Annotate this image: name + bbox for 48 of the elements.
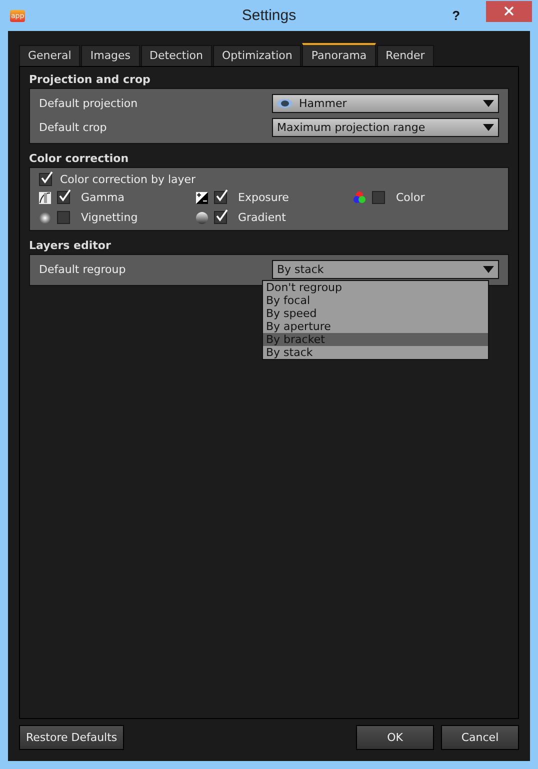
dropdown-caret-icon [483,266,494,273]
globe-icon [277,99,293,108]
dropdown[interactable]: By stack [272,260,499,279]
checkbox-label: Vignetting [81,211,138,224]
checkbox[interactable] [57,211,70,224]
exposure-icon [196,192,208,204]
dropdown[interactable]: Maximum projection range [272,118,499,137]
dropdown-option[interactable]: Don't regroup [263,281,488,294]
tab[interactable]: General [19,45,80,66]
close-button[interactable] [486,0,532,22]
vignette-circle-icon [39,212,51,224]
field-label: Default projection [39,97,138,110]
checkbox-label: Color [396,191,425,204]
cancel-button[interactable]: Cancel [441,725,519,750]
field-label: Default crop [39,121,107,134]
help-button[interactable]: ? [448,8,464,23]
dropdown-option[interactable]: By aperture [263,320,488,333]
checkbox-label: Exposure [238,191,289,204]
dropdown-caret-icon [483,124,494,131]
window-title: Settings [242,7,296,24]
tab[interactable]: Detection [140,45,212,66]
rgb-circles-icon [353,191,366,204]
dropdown-option[interactable]: By stack [263,346,488,359]
checkbox[interactable] [214,211,227,224]
checkbox-label: Color correction by layer [60,173,196,186]
gradient-circle-icon [196,212,208,224]
dropdown-caret-icon [483,100,494,107]
close-icon [502,4,516,18]
checkbox[interactable] [372,191,385,204]
checkbox-label: Gamma [81,191,124,204]
checkbox[interactable] [214,191,227,204]
ok-button[interactable]: OK [356,725,434,750]
restore-defaults-button[interactable]: Restore Defaults [19,725,124,750]
gamma-curve-icon [39,192,51,204]
dropdown-option[interactable]: By focal [263,294,488,307]
field-label: Default regroup [39,263,126,276]
checkbox[interactable] [57,191,70,204]
tab[interactable]: Optimization [212,45,302,66]
tab[interactable]: Render [376,45,434,66]
section-title: Layers editor [29,239,112,252]
dropdown-option[interactable]: By speed [263,307,488,320]
section-title: Projection and crop [29,73,152,86]
checkbox[interactable] [39,173,52,186]
tab[interactable]: Panorama [302,43,376,66]
section-title: Color correction [29,152,130,165]
tab[interactable]: Images [81,45,140,66]
dropdown[interactable]: Hammer [272,94,499,113]
checkbox-label: Gradient [238,211,286,224]
